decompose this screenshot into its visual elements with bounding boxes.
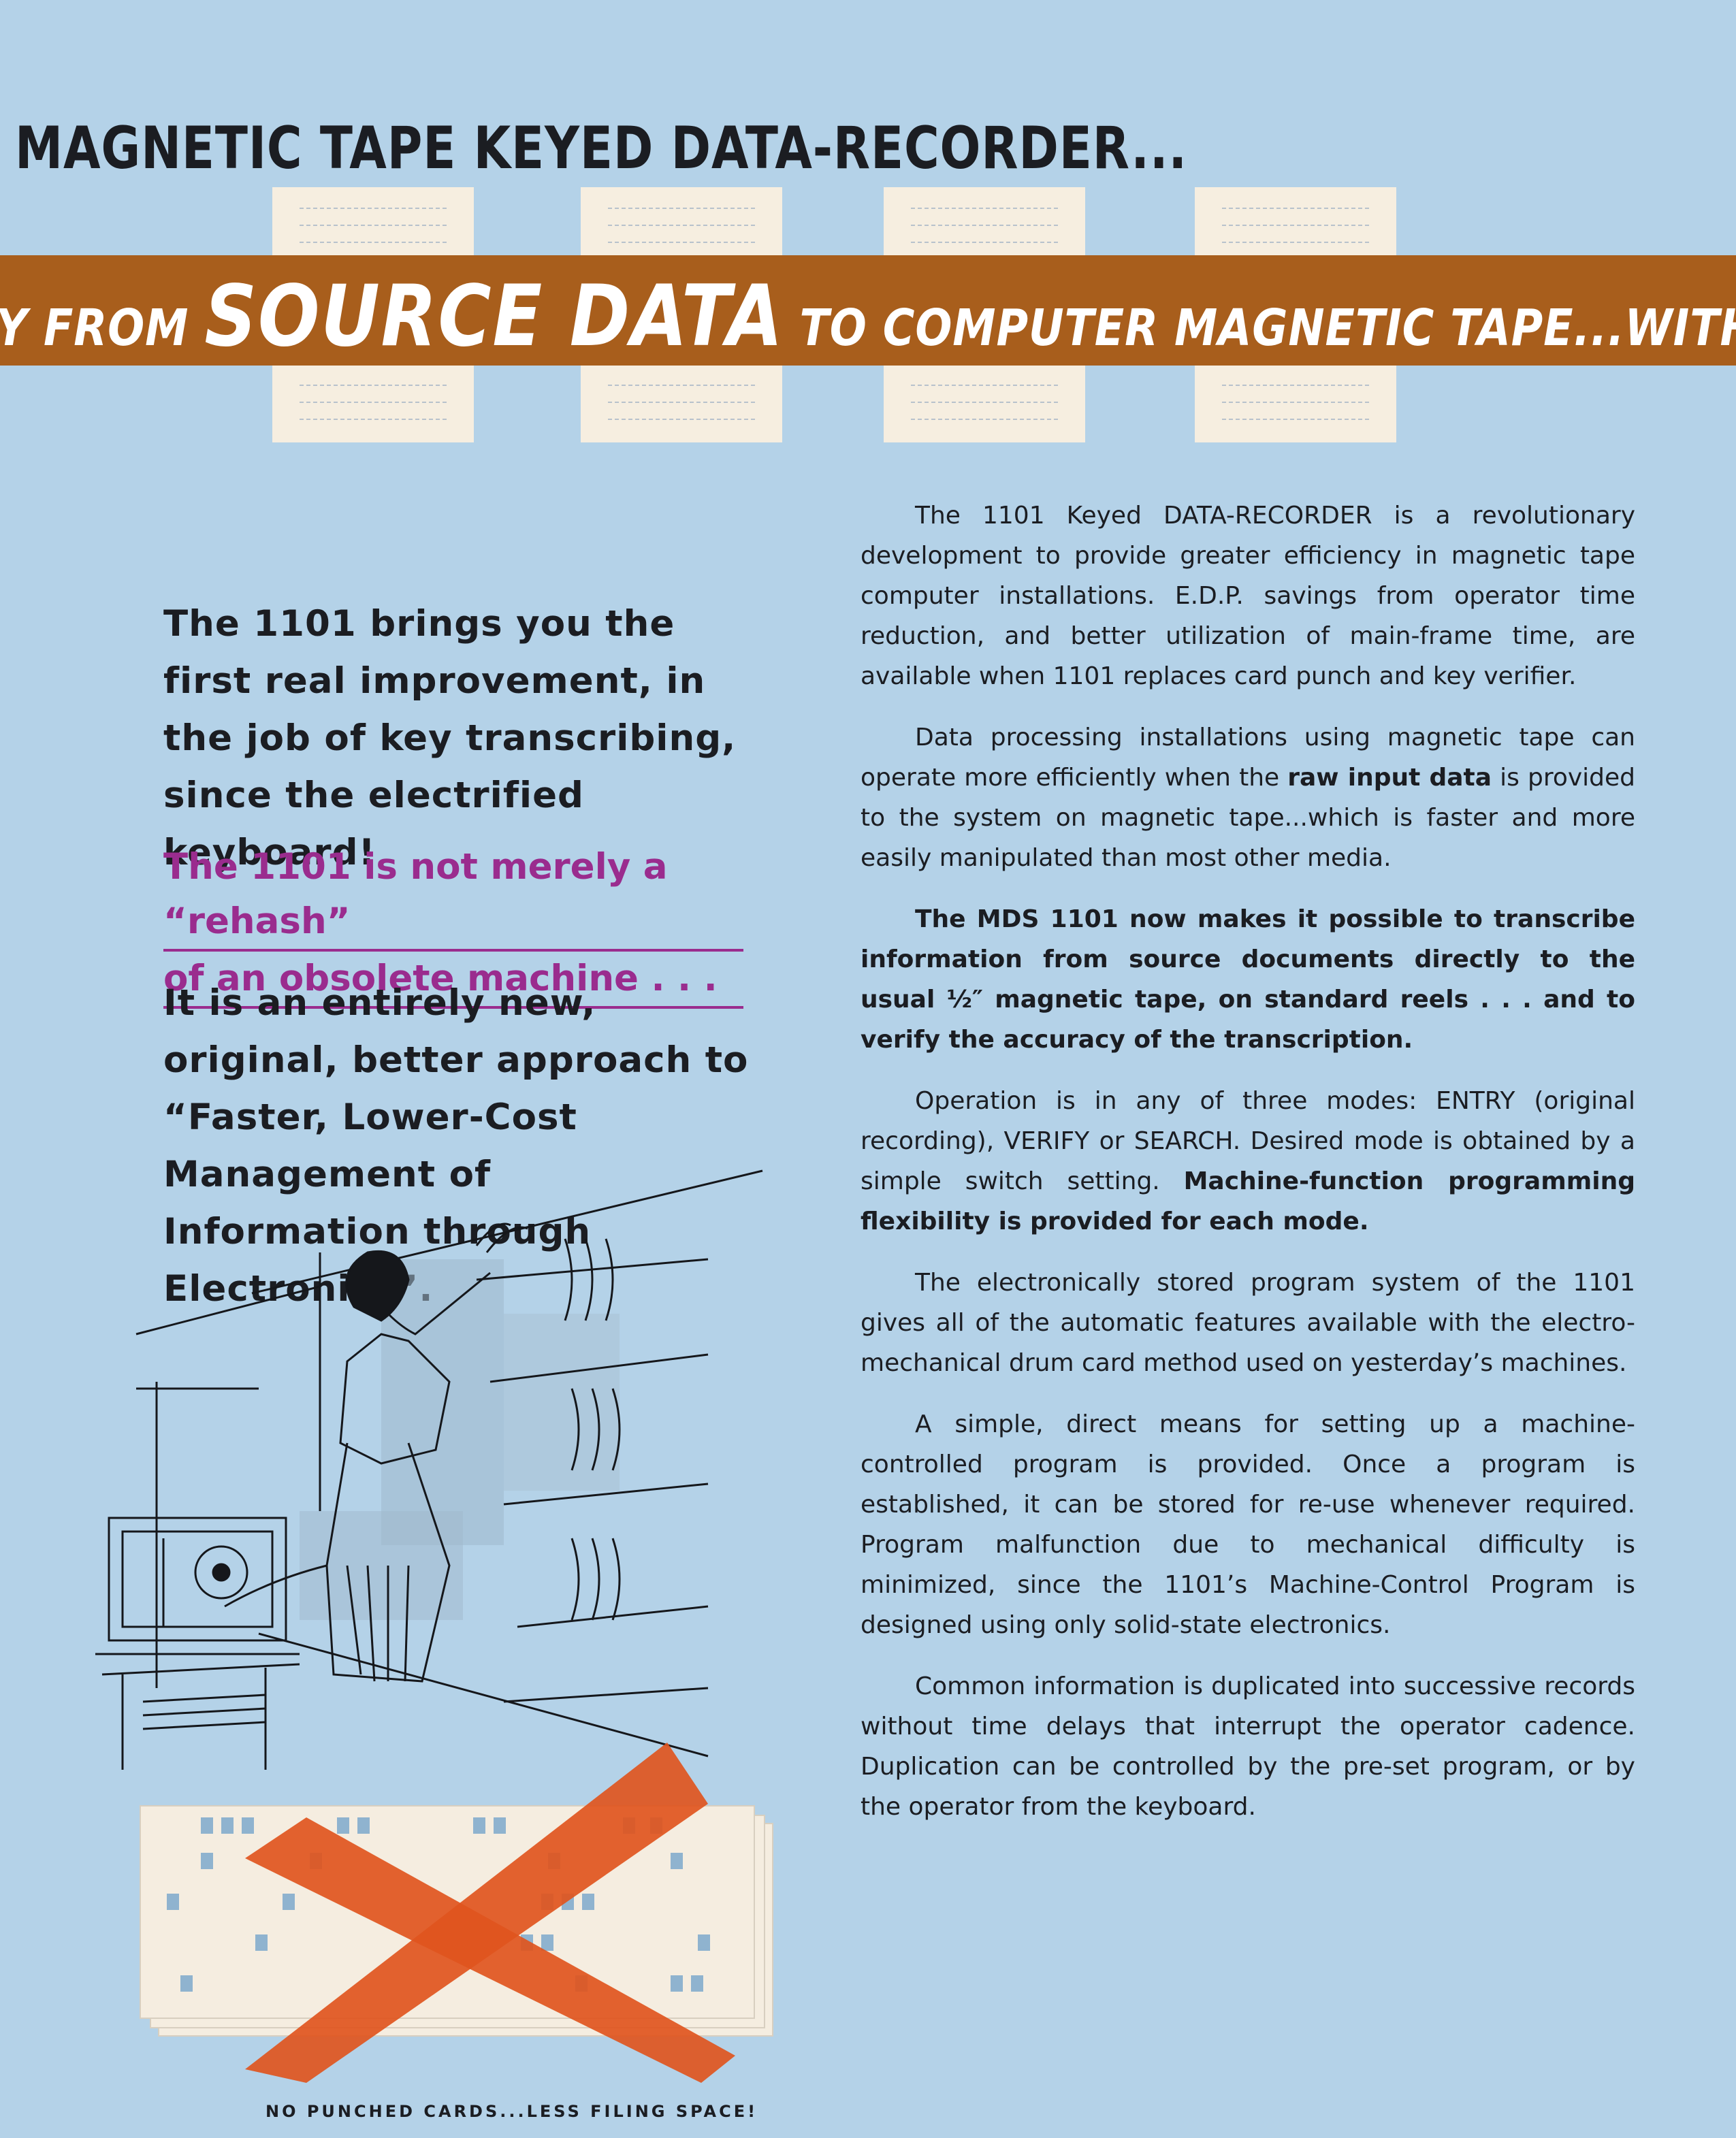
- paragraph: A simple, direct means for setting up a …: [861, 1410, 1635, 1639]
- banner-part-3: TO COMPUTER MAGNETIC TAPE...WITH NO I: [799, 299, 1736, 357]
- page-title: MAGNETIC TAPE KEYED DATA-RECORDER...: [15, 114, 1188, 182]
- emphasis: raw input data: [1287, 764, 1492, 792]
- headline-banner: Y FROM SOURCE DATA TO COMPUTER MAGNETIC …: [0, 255, 1736, 366]
- banner-emphasis: SOURCE DATA: [204, 268, 784, 366]
- banner-part-1: Y FROM: [0, 299, 205, 357]
- cross-out-mark: [245, 1743, 735, 2083]
- paragraph: Operation is in any of three modes: ENTR…: [861, 1081, 1635, 1242]
- banner-text: Y FROM SOURCE DATA TO COMPUTER MAGNETIC …: [0, 268, 1736, 366]
- callout-line-1: The 1101 is not merely a “rehash”: [163, 840, 743, 952]
- paragraph: The 1101 Keyed DATA-RECORDER is a revolu…: [861, 502, 1635, 690]
- paragraph: The electronically stored program system…: [861, 1269, 1635, 1377]
- lead-statement: The 1101 brings you the first real impro…: [163, 603, 737, 873]
- illustration-caption: NO PUNCHED CARDS...LESS FILING SPACE!: [266, 2102, 758, 2121]
- paragraph: Data processing installations using magn…: [861, 717, 1635, 878]
- body-text: The 1101 Keyed DATA-RECORDER is a revolu…: [861, 496, 1635, 1848]
- emphasis: The MDS 1101 now makes it possible to tr…: [861, 905, 1635, 1054]
- paragraph: Common information is duplicated into su…: [861, 1672, 1635, 1821]
- paragraph-bold: The MDS 1101 now makes it possible to tr…: [861, 899, 1635, 1060]
